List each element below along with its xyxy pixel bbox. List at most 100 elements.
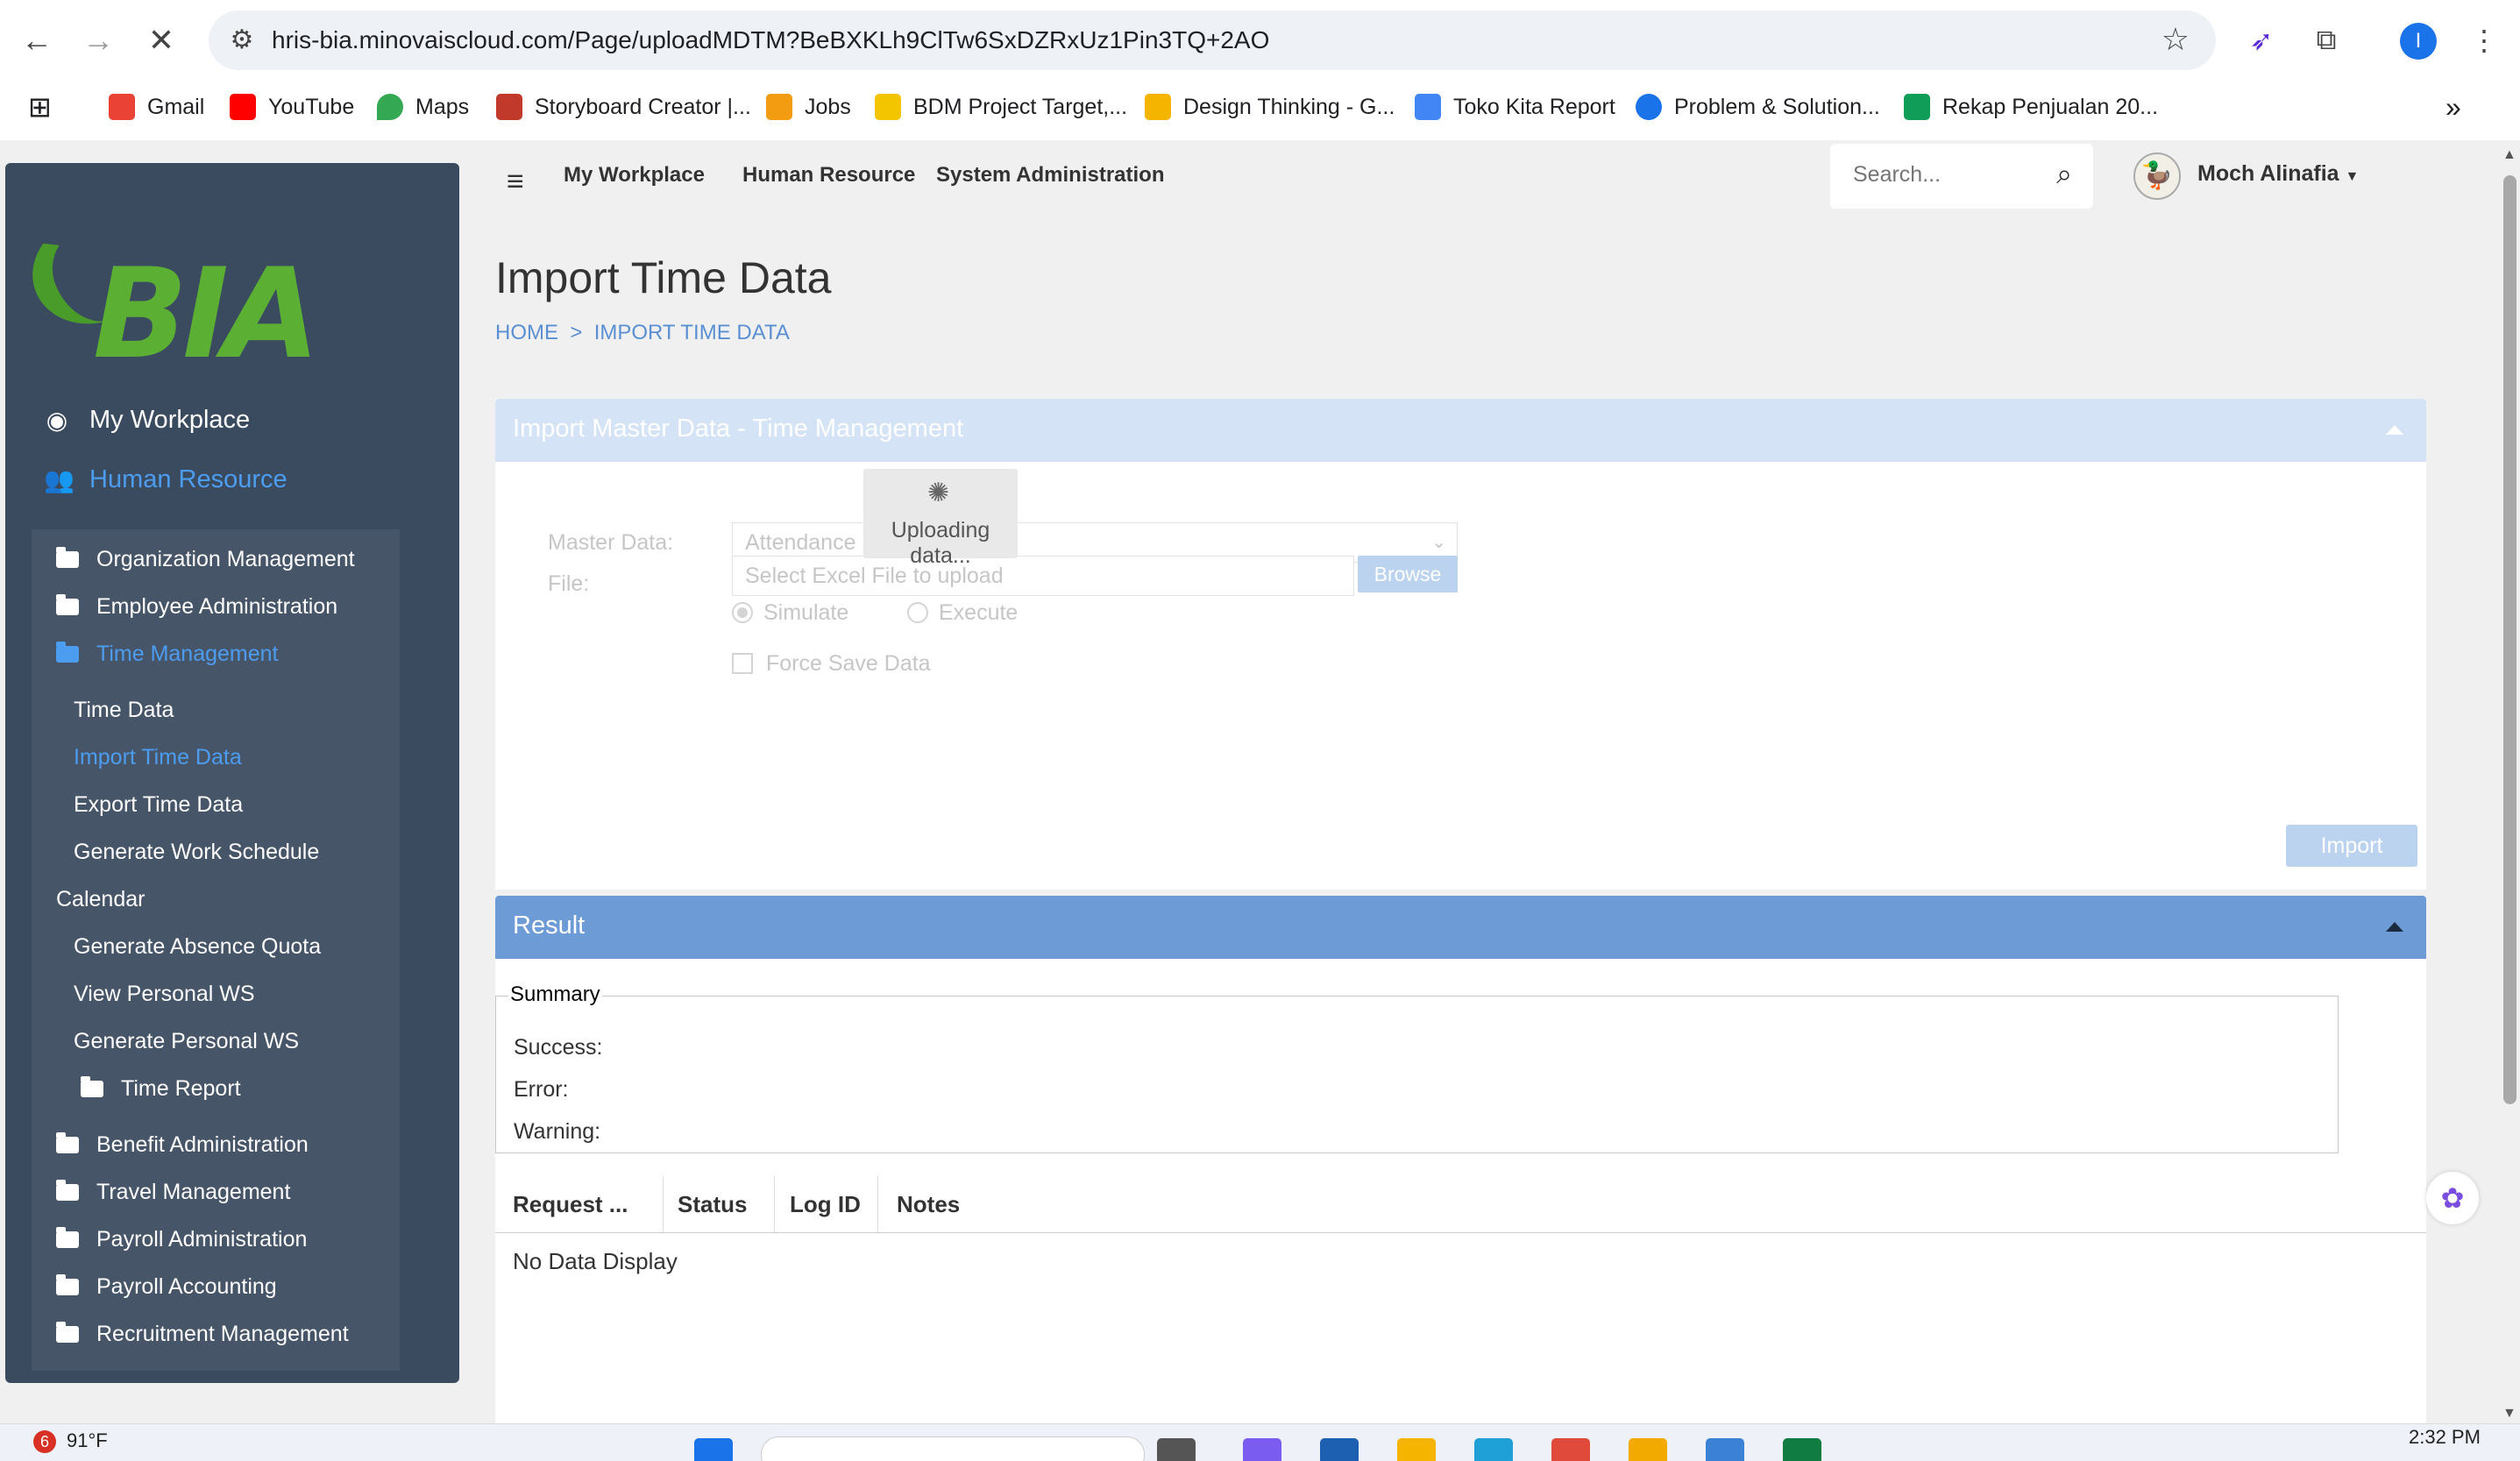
menu-benefit-administration[interactable]: Benefit Administration xyxy=(56,1125,309,1164)
menu-generate-absence-quota[interactable]: Generate Absence Quota xyxy=(74,927,321,966)
windows-start-icon[interactable] xyxy=(694,1438,733,1461)
menu-generate-personal-ws[interactable]: Generate Personal WS xyxy=(74,1022,299,1060)
column-log-id[interactable]: Log ID xyxy=(790,1176,861,1232)
menu-organization-management[interactable]: Organization Management xyxy=(56,540,355,578)
execute-radio[interactable] xyxy=(907,602,928,623)
folder-open-icon xyxy=(56,641,79,663)
sidebar-item-human-resource[interactable]: 👥 Human Resource xyxy=(44,457,287,501)
apps-grid-icon[interactable]: ⊞ xyxy=(28,89,52,124)
menu-time-management[interactable]: Time Management xyxy=(56,635,279,673)
collapse-caret-icon[interactable] xyxy=(2386,922,2403,932)
menu-label: Payroll Administration xyxy=(96,1226,308,1252)
collapse-caret-icon[interactable] xyxy=(2386,425,2403,435)
topnav-system-administration[interactable]: System Administration xyxy=(936,163,1165,188)
taskbar-clock[interactable]: 2:32 PM xyxy=(2409,1426,2481,1449)
summary-legend: Summary xyxy=(508,982,602,1007)
bookmark-label: Rekap Penjualan 20... xyxy=(1942,94,2159,119)
breadcrumb[interactable]: HOME > IMPORT TIME DATA xyxy=(495,321,790,345)
bookmark-toko-kita[interactable]: Toko Kita Report xyxy=(1415,89,1615,124)
uploading-loader: ✺ Uploading data... xyxy=(863,469,1018,568)
scroll-down-arrow-icon[interactable]: ▼ xyxy=(2502,1406,2516,1422)
menu-travel-management[interactable]: Travel Management xyxy=(56,1173,290,1211)
file-explorer-icon[interactable] xyxy=(1397,1438,1436,1461)
user-menu[interactable]: Moch Alinafia ▼ xyxy=(2197,161,2359,187)
user-avatar[interactable]: 🦆 xyxy=(2133,152,2181,200)
bookmark-design-thinking[interactable]: Design Thinking - G... xyxy=(1145,89,1395,124)
taskbar-search[interactable] xyxy=(761,1436,1145,1461)
extensions-puzzle-icon[interactable]: ⧉ xyxy=(2305,19,2347,61)
menu-import-time-data[interactable]: Import Time Data xyxy=(74,738,242,777)
bookmark-storyboard[interactable]: Storyboard Creator |... xyxy=(496,89,751,124)
excel-icon[interactable] xyxy=(1783,1438,1821,1461)
menu-label: Benefit Administration xyxy=(96,1131,309,1157)
copilot-icon[interactable] xyxy=(1243,1438,1281,1461)
browse-button[interactable]: Browse xyxy=(1358,556,1458,592)
menu-recruitment-management[interactable]: Recruitment Management xyxy=(56,1315,349,1353)
sidebar-item-my-workplace[interactable]: ◉ My Workplace xyxy=(44,398,250,442)
site-settings-icon[interactable]: ⚙ xyxy=(226,25,258,56)
simulate-radio[interactable] xyxy=(732,602,753,623)
chrome-icon[interactable] xyxy=(1551,1438,1590,1461)
stop-loading-icon[interactable]: ✕ xyxy=(140,19,182,61)
empty-table-message: No Data Display xyxy=(513,1248,678,1274)
more-bookmarks-icon[interactable]: » xyxy=(2445,89,2461,124)
hamburger-menu-icon[interactable]: ≡ xyxy=(507,165,524,199)
result-panel-header[interactable]: Result xyxy=(495,896,2426,959)
search-icon[interactable]: ⌕ xyxy=(2056,158,2072,191)
column-status[interactable]: Status xyxy=(678,1176,747,1232)
menu-payroll-administration[interactable]: Payroll Administration xyxy=(56,1220,307,1259)
weather-temp: 91°F xyxy=(67,1429,108,1451)
topnav-my-workplace[interactable]: My Workplace xyxy=(564,163,705,188)
address-bar[interactable]: ⚙ hris-bia.minovaiscloud.com/Page/upload… xyxy=(209,11,2216,70)
forward-arrow-icon[interactable]: → xyxy=(77,19,119,61)
menu-time-report[interactable]: Time Report xyxy=(81,1069,241,1108)
bookmark-gmail[interactable]: Gmail xyxy=(109,89,204,124)
menu-employee-administration[interactable]: Employee Administration xyxy=(56,587,337,626)
import-panel-header[interactable]: Import Master Data - Time Management xyxy=(495,399,2426,462)
menu-label: Export Time Data xyxy=(74,791,244,817)
ai-assistant-brain-icon[interactable]: ✿ xyxy=(2426,1172,2479,1224)
topnav-human-resource[interactable]: Human Resource xyxy=(742,163,915,188)
import-button[interactable]: Import xyxy=(2286,825,2417,867)
menu-view-personal-ws[interactable]: View Personal WS xyxy=(74,975,255,1013)
edge-icon[interactable] xyxy=(1474,1438,1513,1461)
weather-widget[interactable]: 6 91°F xyxy=(33,1429,108,1453)
column-divider[interactable] xyxy=(877,1176,878,1232)
menu-calendar[interactable]: Calendar xyxy=(56,880,145,918)
file-input[interactable]: Select Excel File to upload xyxy=(732,556,1354,596)
logo-text: BIA xyxy=(93,242,320,387)
menu-time-data[interactable]: Time Data xyxy=(74,691,174,729)
bia-logo[interactable]: BIA xyxy=(17,197,321,387)
bookmark-bdm-project[interactable]: BDM Project Target,... xyxy=(875,89,1127,124)
notes-icon[interactable] xyxy=(1629,1438,1667,1461)
scroll-up-arrow-icon[interactable]: ▲ xyxy=(2502,147,2516,163)
column-notes[interactable]: Notes xyxy=(897,1176,960,1232)
calendar-app-icon[interactable] xyxy=(1706,1438,1744,1461)
profile-avatar[interactable]: I xyxy=(2400,23,2437,60)
bookmark-youtube[interactable]: YouTube xyxy=(230,89,354,124)
bookmark-rekap-penjualan[interactable]: Rekap Penjualan 20... xyxy=(1904,89,2158,124)
column-divider[interactable] xyxy=(663,1176,664,1232)
task-view-icon[interactable] xyxy=(1157,1438,1196,1461)
result-table-header: Request ... Status Log ID Notes xyxy=(495,1176,2426,1233)
outlook-icon[interactable] xyxy=(1320,1438,1359,1461)
bookmark-problem-solution[interactable]: Problem & Solution... xyxy=(1636,89,1880,124)
menu-payroll-accounting[interactable]: Payroll Accounting xyxy=(56,1267,277,1306)
extension-rocket-icon[interactable]: ➶ xyxy=(2240,19,2282,61)
bookmark-star-icon[interactable]: ☆ xyxy=(2162,21,2190,58)
menu-export-time-data[interactable]: Export Time Data xyxy=(74,785,243,824)
scrollbar-thumb[interactable] xyxy=(2503,175,2516,1104)
bookmark-jobs[interactable]: Jobs xyxy=(766,89,851,124)
page-scrollbar[interactable]: ▲ ▼ xyxy=(2500,140,2520,1423)
menu-generate-work-schedule[interactable]: Generate Work Schedule xyxy=(74,833,319,871)
back-arrow-icon[interactable]: ← xyxy=(16,19,58,61)
browser-menu-icon[interactable]: ⋮ xyxy=(2463,19,2505,61)
search-input[interactable] xyxy=(1851,161,2030,188)
bookmark-maps[interactable]: Maps xyxy=(377,89,469,124)
url-text[interactable]: hris-bia.minovaiscloud.com/Page/uploadMD… xyxy=(272,26,1269,54)
column-request[interactable]: Request ... xyxy=(513,1176,628,1232)
menu-label: Organization Management xyxy=(96,546,355,571)
column-divider[interactable] xyxy=(774,1176,775,1232)
folder-icon xyxy=(56,1273,79,1295)
force-save-checkbox[interactable] xyxy=(732,653,753,674)
